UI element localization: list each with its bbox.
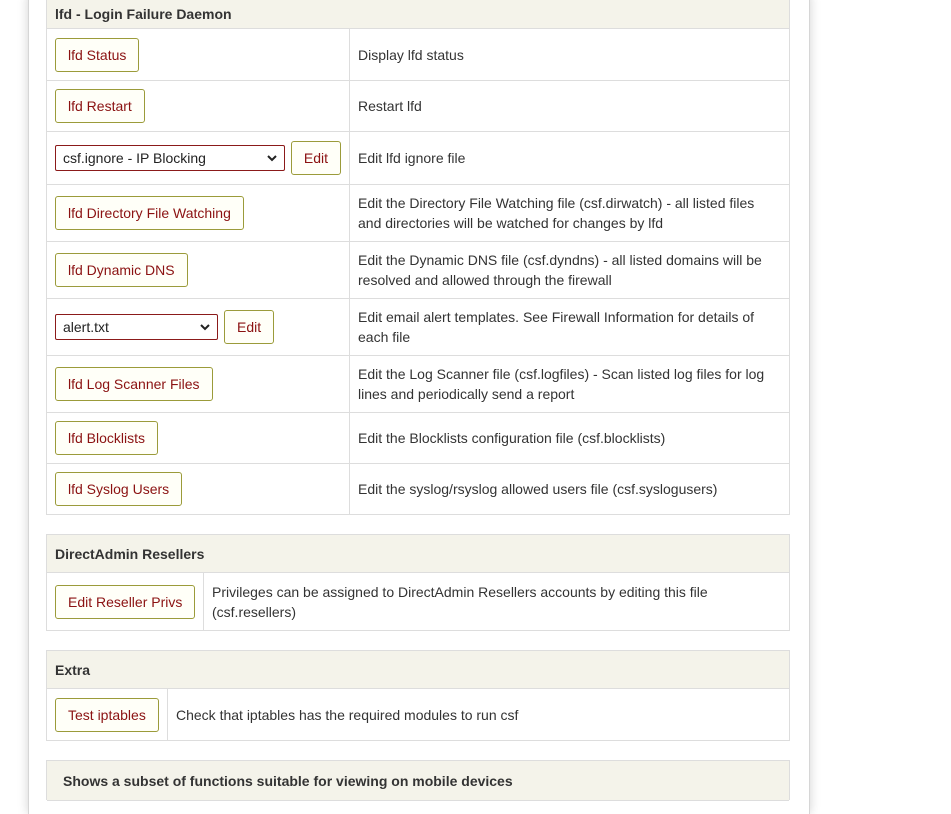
row-description: Edit email alert templates. See Firewall… <box>358 309 755 345</box>
table-row: lfd Directory File Watching Edit the Dir… <box>47 184 789 241</box>
lfd-dynamic-dns-button[interactable]: lfd Dynamic DNS <box>55 253 188 287</box>
table-row: lfd Status Display lfd status <box>47 29 789 80</box>
table-row: lfd Restart Restart lfd <box>47 80 789 131</box>
row-description: Edit the Blocklists configuration file (… <box>358 430 666 446</box>
row-description: Edit the Dynamic DNS file (csf.dyndns) -… <box>358 252 762 288</box>
table-row: lfd Dynamic DNS Edit the Dynamic DNS fil… <box>47 241 789 298</box>
row-description: Privileges can be assigned to DirectAdmi… <box>212 583 708 620</box>
table-row: alert.txt Edit Edit email alert template… <box>47 298 789 355</box>
chevron-down-icon <box>267 155 277 162</box>
test-iptables-button[interactable]: Test iptables <box>55 697 159 732</box>
table-row: Test iptables Check that iptables has th… <box>47 689 789 740</box>
table-row: csf.ignore - IP Blocking Edit Edit lfd i… <box>47 131 789 184</box>
row-description: Edit lfd ignore file <box>358 150 466 166</box>
edit-ignore-button[interactable]: Edit <box>290 141 341 175</box>
row-description: Edit the Directory File Watching file (c… <box>358 195 755 231</box>
table-row: lfd Log Scanner Files Edit the Log Scann… <box>47 355 789 412</box>
row-description: Check that iptables has the required mod… <box>176 706 519 723</box>
table-row: lfd Syslog Users Edit the syslog/rsyslog… <box>47 463 789 514</box>
ignore-file-select-value: csf.ignore - IP Blocking <box>63 150 206 166</box>
table-row: Edit Reseller Privs Privileges can be as… <box>47 573 789 630</box>
extra-section: Extra Test iptables Check that iptables … <box>46 650 790 741</box>
mobile-section: Shows a subset of functions suitable for… <box>46 760 790 801</box>
lfd-restart-button[interactable]: lfd Restart <box>55 89 145 123</box>
lfd-section: lfd - Login Failure Daemon lfd Status Di… <box>46 0 790 515</box>
extra-section-title: Extra <box>47 651 789 689</box>
alert-template-select[interactable]: alert.txt <box>55 314 218 340</box>
lfd-section-title: lfd - Login Failure Daemon <box>47 0 789 29</box>
lfd-log-scanner-files-button[interactable]: lfd Log Scanner Files <box>55 367 213 401</box>
chevron-down-icon <box>200 324 210 331</box>
edit-alert-button[interactable]: Edit <box>224 310 275 344</box>
ignore-file-select[interactable]: csf.ignore - IP Blocking <box>55 145 285 171</box>
edit-reseller-privs-button[interactable]: Edit Reseller Privs <box>55 584 196 619</box>
lfd-status-button[interactable]: lfd Status <box>55 37 140 72</box>
alert-template-select-value: alert.txt <box>63 319 109 335</box>
lfd-syslog-users-button[interactable]: lfd Syslog Users <box>55 472 183 506</box>
table-row: lfd Blocklists Edit the Blocklists confi… <box>47 412 789 463</box>
row-description: Edit the syslog/rsyslog allowed users fi… <box>358 481 718 497</box>
lfd-directory-file-watching-button[interactable]: lfd Directory File Watching <box>55 196 244 230</box>
lfd-blocklists-button[interactable]: lfd Blocklists <box>55 421 159 455</box>
row-description: Edit the Log Scanner file (csf.logfiles)… <box>358 366 765 402</box>
row-description: Display lfd status <box>358 46 464 63</box>
resellers-section-title: DirectAdmin Resellers <box>47 535 789 573</box>
row-description: Restart lfd <box>358 98 422 114</box>
resellers-section: DirectAdmin Resellers Edit Reseller Priv… <box>46 534 790 631</box>
mobile-section-title: Shows a subset of functions suitable for… <box>47 761 789 801</box>
